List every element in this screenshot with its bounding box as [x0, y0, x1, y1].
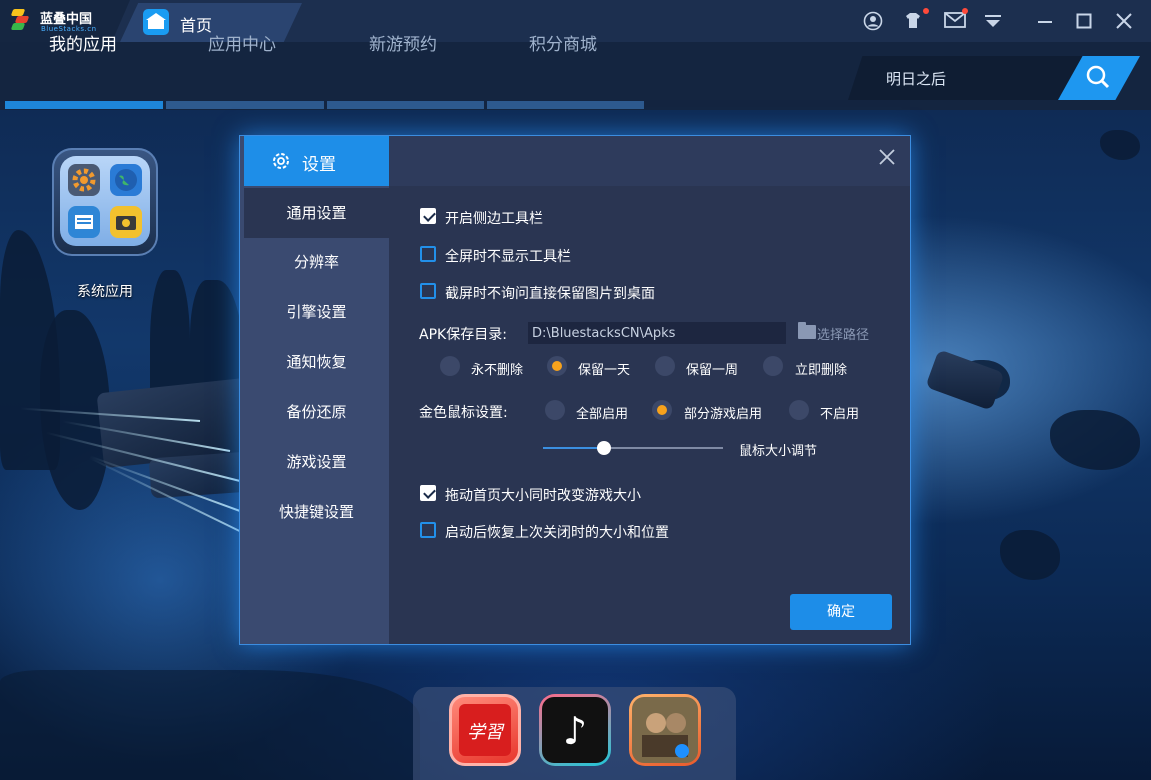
nav-tab-indicator	[327, 101, 484, 109]
bluestacks-logo-icon	[10, 9, 32, 31]
radio-apk-keep-one-week[interactable]	[655, 356, 675, 376]
nav-tab-indicator	[166, 101, 324, 109]
notification-dot	[962, 8, 968, 14]
checkbox-resize-game-label[interactable]: 拖动首页大小同时改变游戏大小	[445, 485, 641, 505]
radio-apk-keep-one-day-label[interactable]: 保留一天	[578, 359, 630, 378]
checkbox-hide-toolbar-fullscreen[interactable]	[420, 246, 436, 262]
nav-tab-app-center[interactable]: 应用中心	[208, 30, 276, 55]
checkbox-screenshot-save[interactable]	[420, 283, 436, 299]
radio-mouse-some-label[interactable]: 部分游戏启用	[684, 403, 762, 422]
dropdown-icon[interactable]	[983, 11, 1003, 31]
radio-mouse-all[interactable]	[545, 400, 565, 420]
nav-tab-my-apps[interactable]: 我的应用	[49, 30, 117, 55]
settings-menu-resolution[interactable]: 分辨率	[244, 237, 389, 287]
checkbox-hide-toolbar-fullscreen-label[interactable]: 全屏时不显示工具栏	[445, 246, 571, 266]
settings-menu-notification[interactable]: 通知恢复	[244, 337, 389, 387]
dock-app-douyin-glyph: ♪	[563, 709, 587, 753]
nav-tab-indicator	[487, 101, 644, 109]
radio-mouse-all-label[interactable]: 全部启用	[576, 403, 628, 422]
settings-menu-game[interactable]: 游戏设置	[244, 437, 389, 487]
browser-icon	[110, 164, 142, 196]
settings-menu-general[interactable]: 通用设置	[244, 188, 389, 238]
radio-apk-never-delete-label[interactable]: 永不删除	[471, 359, 523, 378]
dock-app-xuexi-glyph: 学習	[467, 722, 505, 743]
radio-apk-never-delete[interactable]	[440, 356, 460, 376]
radio-mouse-some[interactable]	[652, 400, 672, 420]
dock-app-douyin-icon[interactable]: ♪	[539, 694, 611, 766]
nav-tab-points-mall[interactable]: 积分商城	[529, 30, 597, 55]
slider-track-rest	[604, 447, 723, 449]
file-manager-icon	[68, 206, 100, 238]
minimize-icon[interactable]	[1035, 11, 1055, 31]
dialog-header	[389, 136, 910, 186]
notification-dot	[923, 8, 929, 14]
settings-menu-shortcuts[interactable]: 快捷键设置	[244, 487, 389, 537]
choose-path-button[interactable]: 选择路径	[817, 324, 869, 343]
mouse-size-slider[interactable]	[543, 447, 723, 449]
folder-icon[interactable]	[798, 322, 816, 339]
search-input-value[interactable]: 明日之后	[886, 68, 946, 89]
radio-mouse-off-label[interactable]: 不启用	[820, 403, 859, 422]
camera-icon	[110, 206, 142, 238]
home-icon[interactable]	[143, 9, 169, 35]
dock-app-xuexi-icon[interactable]: 学習	[449, 694, 521, 766]
nav-tab-new-games[interactable]: 新游预约	[369, 30, 437, 55]
checkbox-restore-size-label[interactable]: 启动后恢复上次关闭时的大小和位置	[445, 522, 669, 542]
system-apps-folder-inner[interactable]	[60, 156, 150, 246]
radio-apk-keep-one-week-label[interactable]: 保留一周	[686, 359, 738, 378]
nav-tab-indicator-active	[5, 101, 163, 109]
checkbox-screenshot-save-label[interactable]: 截屏时不询问直接保留图片到桌面	[445, 283, 655, 303]
checkbox-show-sidebar-label[interactable]: 开启侧边工具栏	[445, 208, 543, 228]
user-icon[interactable]	[863, 11, 883, 31]
settings-menu-backup[interactable]: 备份还原	[244, 387, 389, 437]
shirt-icon[interactable]	[903, 11, 923, 31]
search-input[interactable]	[848, 56, 1088, 100]
dialog-close-icon[interactable]	[872, 144, 902, 174]
search-icon[interactable]	[1085, 64, 1111, 90]
close-icon[interactable]	[1114, 11, 1134, 31]
maximize-icon[interactable]	[1074, 11, 1094, 31]
radio-apk-delete-now[interactable]	[763, 356, 783, 376]
checkbox-show-sidebar[interactable]	[420, 208, 436, 224]
settings-icon	[68, 164, 100, 196]
confirm-button[interactable]: 确定	[790, 594, 892, 630]
radio-mouse-off[interactable]	[789, 400, 809, 420]
checkbox-restore-size[interactable]	[420, 522, 436, 538]
settings-dialog: 设置 通用设置 分辨率 引擎设置 通知恢复 备份还原 游戏设置 快捷键设置	[240, 136, 910, 644]
radio-apk-keep-one-day[interactable]	[547, 356, 567, 376]
mouse-size-label: 鼠标大小调节	[739, 444, 818, 459]
settings-menu-engine[interactable]: 引擎设置	[244, 287, 389, 337]
checkbox-resize-game[interactable]	[420, 485, 436, 501]
settings-title: 设置	[302, 155, 336, 175]
dock-app-pubg-icon[interactable]	[629, 694, 701, 766]
radio-apk-delete-now-label[interactable]: 立即删除	[795, 359, 847, 378]
apk-dir-label: APK保存目录:	[419, 327, 507, 343]
mail-icon[interactable]	[943, 11, 967, 31]
gold-mouse-label: 金色鼠标设置:	[419, 405, 508, 421]
system-apps-label[interactable]: 系统应用	[60, 281, 150, 301]
apk-dir-input[interactable]	[528, 322, 786, 344]
gear-icon	[270, 150, 292, 172]
